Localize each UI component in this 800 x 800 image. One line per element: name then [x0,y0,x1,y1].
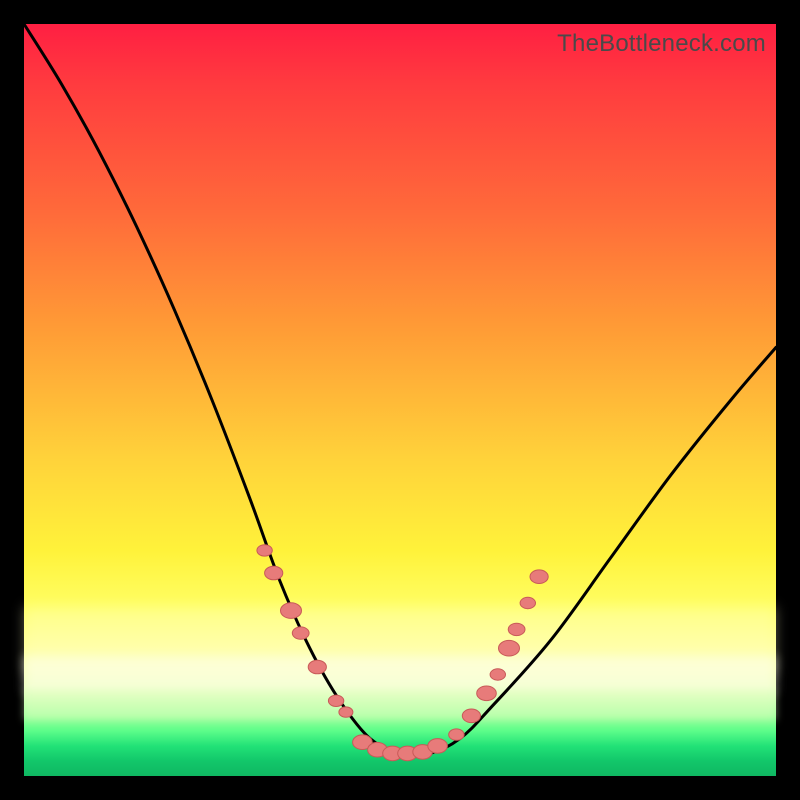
data-marker [449,729,464,740]
plot-area: TheBottleneck.com [24,24,776,776]
data-marker [462,709,480,723]
chart-svg [24,24,776,776]
data-marker [428,739,448,754]
bottleneck-curve [24,24,776,755]
data-marker [530,570,548,584]
data-marker [292,627,309,639]
data-marker [499,640,520,656]
data-marker [490,669,505,680]
data-marker [257,545,272,556]
data-marker [520,597,535,608]
data-marker [328,695,343,706]
chart-frame: TheBottleneck.com [0,0,800,800]
data-marker [508,623,525,635]
marker-group [257,545,548,761]
data-marker [308,660,326,674]
data-marker [281,603,302,619]
data-marker [339,707,353,717]
data-marker [265,566,283,580]
data-marker [477,686,497,701]
